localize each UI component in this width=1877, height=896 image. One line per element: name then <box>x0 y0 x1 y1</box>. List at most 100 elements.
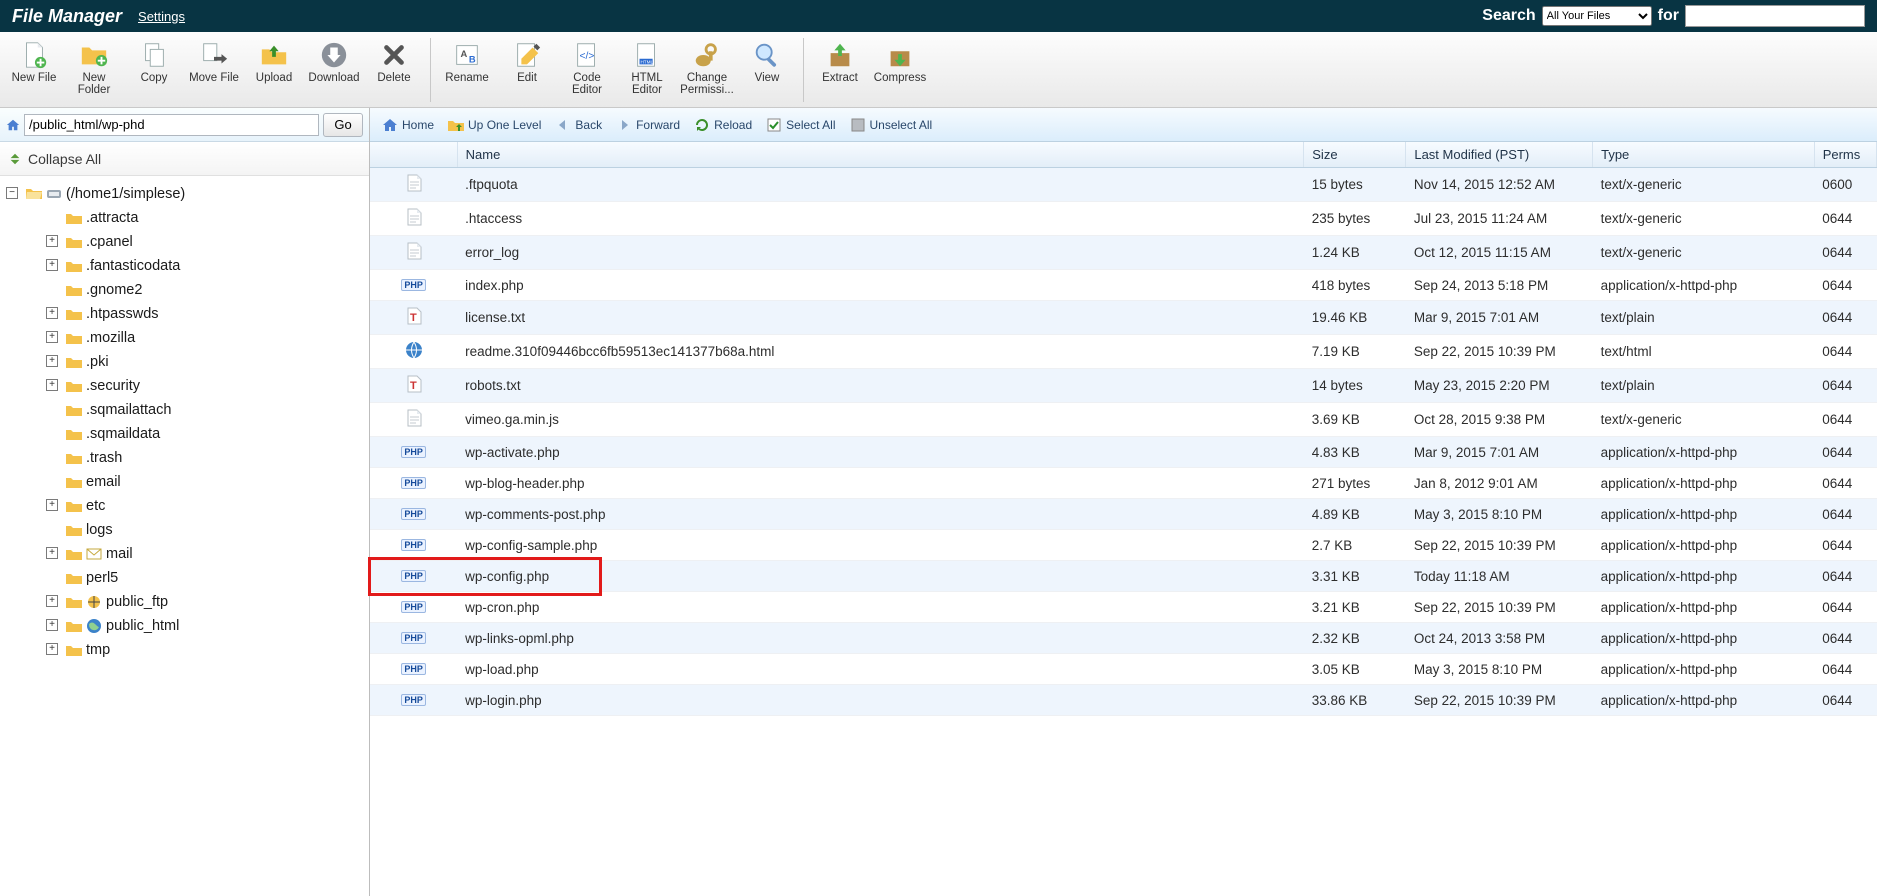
table-row[interactable]: vimeo.ga.min.js3.69 KBOct 28, 2015 9:38 … <box>370 403 1877 437</box>
table-row[interactable]: Trobots.txt14 bytesMay 23, 2015 2:20 PMt… <box>370 369 1877 403</box>
nav-up[interactable]: Up One Level <box>444 115 545 135</box>
tree-item[interactable]: email <box>66 470 363 494</box>
rename-button[interactable]: ABRename <box>437 36 497 88</box>
col-size[interactable]: Size <box>1304 142 1406 168</box>
collapse-all[interactable]: Collapse All <box>0 142 369 176</box>
col-perms[interactable]: Perms <box>1814 142 1876 168</box>
settings-link[interactable]: Settings <box>138 9 185 24</box>
newfolder-button[interactable]: New Folder <box>64 36 124 100</box>
tree-item[interactable]: .sqmaildata <box>66 422 363 446</box>
tree-toggle[interactable]: + <box>46 499 58 511</box>
tree-item[interactable]: public_html <box>66 614 363 638</box>
tree-toggle[interactable]: + <box>46 235 58 247</box>
table-row[interactable]: error_log1.24 KBOct 12, 2015 11:15 AMtex… <box>370 236 1877 270</box>
tree-item-label: .gnome2 <box>86 278 142 302</box>
extract-button[interactable]: Extract <box>810 36 870 88</box>
tree-toggle-root[interactable]: − <box>6 187 18 199</box>
folder-icon <box>66 547 82 561</box>
file-type-cell: application/x-httpd-php <box>1593 270 1815 301</box>
table-row[interactable]: PHPwp-links-opml.php2.32 KBOct 24, 2013 … <box>370 623 1877 654</box>
table-row[interactable]: Tlicense.txt19.46 KBMar 9, 2015 7:01 AMt… <box>370 301 1877 335</box>
tree-item[interactable]: etc <box>66 494 363 518</box>
search-scope-select[interactable]: All Your Files <box>1542 6 1652 26</box>
movefile-label: Move File <box>189 72 239 84</box>
tree-item[interactable]: tmp <box>66 638 363 662</box>
upload-button[interactable]: Upload <box>244 36 304 88</box>
tree-toggle[interactable]: + <box>46 355 58 367</box>
codeeditor-label: Code Editor <box>559 72 615 96</box>
go-button[interactable]: Go <box>323 113 363 137</box>
table-row[interactable]: .htaccess235 bytesJul 23, 2015 11:24 AMt… <box>370 202 1877 236</box>
nav-back[interactable]: Back <box>551 115 606 135</box>
table-row[interactable]: PHPwp-config-sample.php2.7 KBSep 22, 201… <box>370 530 1877 561</box>
tree-toggle[interactable]: + <box>46 259 58 271</box>
table-row[interactable]: PHPwp-activate.php4.83 KBMar 9, 2015 7:0… <box>370 437 1877 468</box>
file-type-icon <box>370 202 457 236</box>
tree-item[interactable]: .mozilla <box>66 326 363 350</box>
tree-item[interactable]: .fantasticodata <box>66 254 363 278</box>
changeperm-button[interactable]: Change Permissi... <box>677 36 737 100</box>
table-row[interactable]: PHPwp-load.php3.05 KBMay 3, 2015 8:10 PM… <box>370 654 1877 685</box>
file-size-cell: 14 bytes <box>1304 369 1406 403</box>
tree-toggle[interactable]: + <box>46 643 58 655</box>
tree-item[interactable]: perl5 <box>66 566 363 590</box>
tree-item[interactable]: mail <box>66 542 363 566</box>
tree-item[interactable]: .cpanel <box>66 230 363 254</box>
nav-reload-label: Reload <box>714 118 752 132</box>
download-button[interactable]: Download <box>304 36 364 88</box>
tree-item[interactable]: .sqmailattach <box>66 398 363 422</box>
codeeditor-button[interactable]: </>Code Editor <box>557 36 617 100</box>
tree-toggle[interactable]: + <box>46 379 58 391</box>
tree-item[interactable]: .gnome2 <box>66 278 363 302</box>
view-button[interactable]: View <box>737 36 797 88</box>
tree-root[interactable]: (/home1/simplese) <box>26 182 363 206</box>
path-input[interactable] <box>24 114 319 136</box>
tree-toggle[interactable]: + <box>46 331 58 343</box>
tree-item[interactable]: logs <box>66 518 363 542</box>
movefile-button[interactable]: Move File <box>184 36 244 88</box>
col-icon[interactable] <box>370 142 457 168</box>
tree-item[interactable]: .pki <box>66 350 363 374</box>
nav-select-all[interactable]: Select All <box>762 115 839 135</box>
tree-item[interactable]: .security <box>66 374 363 398</box>
edit-button[interactable]: Edit <box>497 36 557 88</box>
svg-text:A: A <box>460 49 467 59</box>
table-row[interactable]: PHPindex.php418 bytesSep 24, 2013 5:18 P… <box>370 270 1877 301</box>
file-type-icon <box>370 168 457 202</box>
col-type[interactable]: Type <box>1593 142 1815 168</box>
nav-reload[interactable]: Reload <box>690 115 756 135</box>
col-modified[interactable]: Last Modified (PST) <box>1406 142 1593 168</box>
file-table-wrap[interactable]: Name Size Last Modified (PST) Type Perms… <box>370 142 1877 896</box>
table-row[interactable]: PHPwp-comments-post.php4.89 KBMay 3, 201… <box>370 499 1877 530</box>
table-row[interactable]: .ftpquota15 bytesNov 14, 2015 12:52 AMte… <box>370 168 1877 202</box>
table-row[interactable]: readme.310f09446bcc6fb59513ec141377b68a.… <box>370 335 1877 369</box>
tree-item-label: perl5 <box>86 566 118 590</box>
tree-toggle[interactable]: + <box>46 307 58 319</box>
newfile-button[interactable]: New File <box>4 36 64 88</box>
file-type-cell: text/html <box>1593 335 1815 369</box>
tree-item[interactable]: public_ftp <box>66 590 363 614</box>
tree-toggle[interactable]: + <box>46 595 58 607</box>
table-row[interactable]: PHPwp-login.php33.86 KBSep 22, 2015 10:3… <box>370 685 1877 716</box>
tree-toggle[interactable]: + <box>46 547 58 559</box>
nav-forward[interactable]: Forward <box>612 115 684 135</box>
download-icon <box>319 40 349 70</box>
nav-unselect-all[interactable]: Unselect All <box>846 115 937 135</box>
col-name[interactable]: Name <box>457 142 1304 168</box>
copy-button[interactable]: Copy <box>124 36 184 88</box>
nav-home[interactable]: Home <box>378 115 438 135</box>
tree-item[interactable]: .htpasswds <box>66 302 363 326</box>
file-modified-cell: Oct 28, 2015 9:38 PM <box>1406 403 1593 437</box>
htmleditor-button[interactable]: HTMLHTML Editor <box>617 36 677 100</box>
table-row[interactable]: PHPwp-cron.php3.21 KBSep 22, 2015 10:39 … <box>370 592 1877 623</box>
tree-toggle[interactable]: + <box>46 619 58 631</box>
search-input[interactable] <box>1685 5 1865 27</box>
tree-item[interactable]: .attracta <box>66 206 363 230</box>
tree-item[interactable]: .trash <box>66 446 363 470</box>
svg-text:T: T <box>410 380 417 392</box>
table-row[interactable]: PHPwp-blog-header.php271 bytesJan 8, 201… <box>370 468 1877 499</box>
delete-button[interactable]: Delete <box>364 36 424 88</box>
compress-button[interactable]: Compress <box>870 36 930 88</box>
table-row[interactable]: PHPwp-config.php3.31 KBToday 11:18 AMapp… <box>370 561 1877 592</box>
download-label: Download <box>308 72 359 84</box>
